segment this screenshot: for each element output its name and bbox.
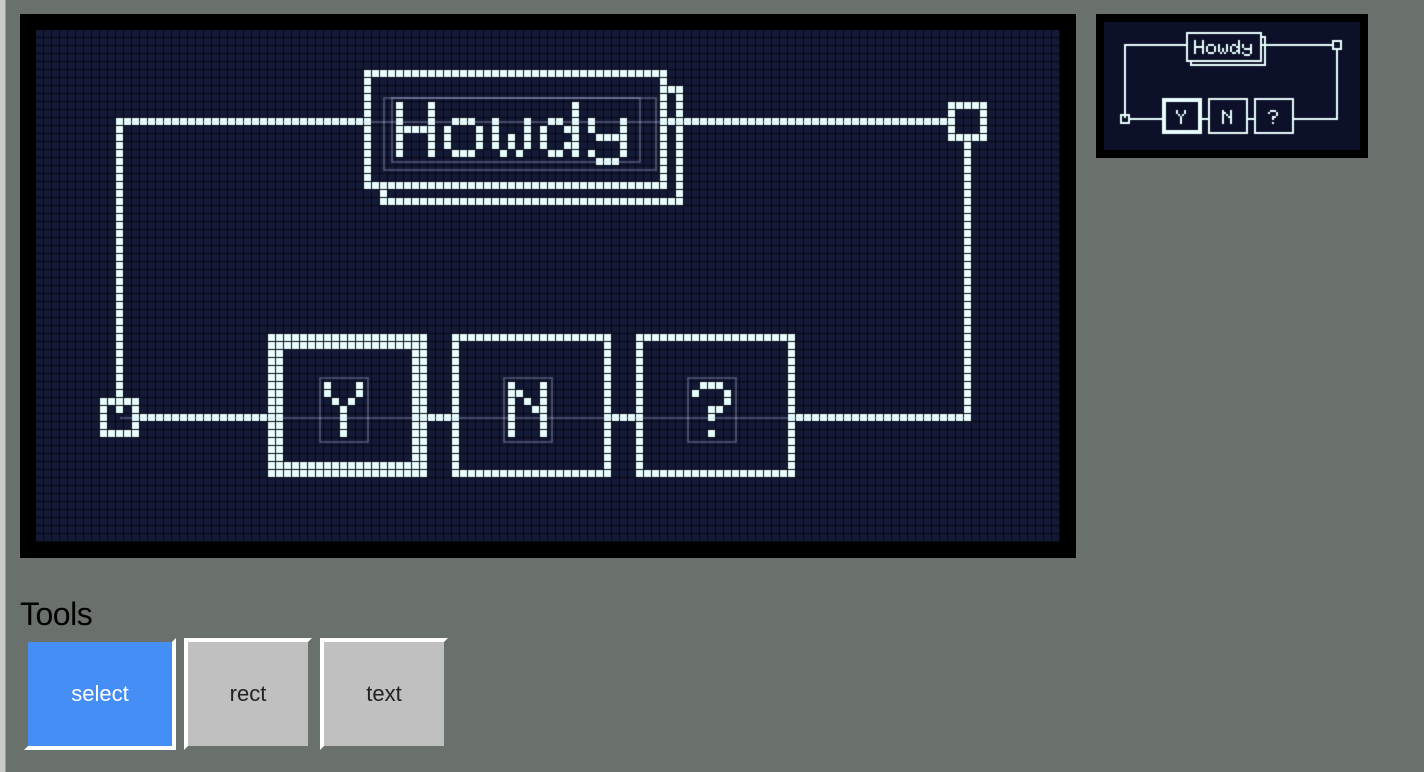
text-tool-button[interactable]: text: [320, 638, 448, 750]
select-tool-button[interactable]: select: [24, 638, 176, 750]
minimap-preview[interactable]: [1104, 22, 1360, 150]
background-window-edge: [0, 0, 6, 772]
tools-heading: Tools: [20, 596, 93, 632]
minimap-preview-frame: [1096, 14, 1368, 158]
editor-canvas-frame: [20, 14, 1076, 558]
rect-tool-button[interactable]: rect: [184, 638, 312, 750]
pixel-editor-canvas[interactable]: [36, 30, 1060, 542]
